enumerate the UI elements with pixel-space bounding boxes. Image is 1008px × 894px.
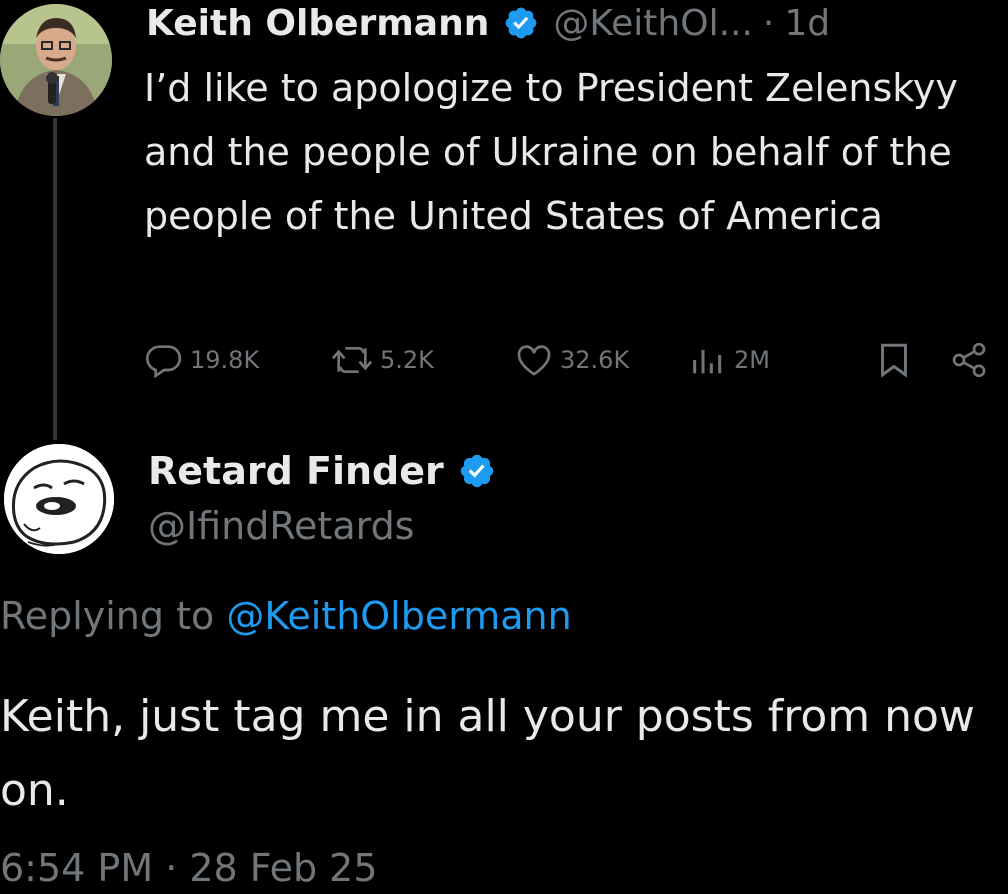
verified-badge-icon bbox=[503, 5, 539, 41]
replying-to-line: Replying to @KeithOlbermann bbox=[0, 594, 572, 638]
thread-connector bbox=[53, 118, 57, 440]
reply-text: Keith, just tag me in all your posts fro… bbox=[0, 691, 975, 816]
views-button[interactable]: 2M bbox=[688, 338, 770, 382]
replying-to-label: Replying to bbox=[0, 594, 215, 638]
reply-author-name-row: Retard Finder bbox=[148, 442, 496, 500]
views-icon bbox=[688, 340, 728, 380]
reply-author-avatar[interactable] bbox=[4, 444, 114, 554]
verified-badge-icon bbox=[458, 452, 496, 490]
tweet-age[interactable]: 1d bbox=[784, 3, 830, 44]
separator-dot: · bbox=[762, 2, 775, 44]
repost-icon bbox=[330, 340, 374, 380]
share-button[interactable] bbox=[948, 338, 990, 382]
bookmark-icon bbox=[876, 340, 912, 380]
replying-to-mention[interactable]: @KeithOlbermann bbox=[226, 594, 571, 638]
reply-icon bbox=[144, 340, 184, 380]
reply-timestamp[interactable]: 6:54 PM · 28 Feb 25 bbox=[0, 846, 378, 890]
reply-button[interactable]: 19.8K bbox=[144, 338, 259, 382]
tweet-header: Keith Olbermann @KeithOl... · 1d bbox=[146, 0, 830, 52]
repost-button[interactable]: 5.2K bbox=[330, 338, 434, 382]
like-count: 32.6K bbox=[560, 346, 630, 374]
like-icon bbox=[514, 340, 554, 380]
tweet-text: I’d like to apologize to President Zelen… bbox=[144, 66, 958, 238]
reply-author-name[interactable]: Retard Finder bbox=[148, 449, 444, 493]
reply-author-handle[interactable]: @IfindRetards bbox=[148, 504, 414, 548]
author-handle[interactable]: @KeithOl... bbox=[553, 3, 753, 44]
like-button[interactable]: 32.6K bbox=[514, 338, 629, 382]
author-avatar[interactable] bbox=[0, 4, 112, 116]
share-icon bbox=[948, 340, 990, 380]
bookmark-button[interactable] bbox=[876, 338, 912, 382]
reply-count: 19.8K bbox=[190, 346, 260, 374]
repost-count: 5.2K bbox=[380, 346, 434, 374]
author-name[interactable]: Keith Olbermann bbox=[146, 3, 489, 44]
views-count: 2M bbox=[734, 346, 770, 374]
